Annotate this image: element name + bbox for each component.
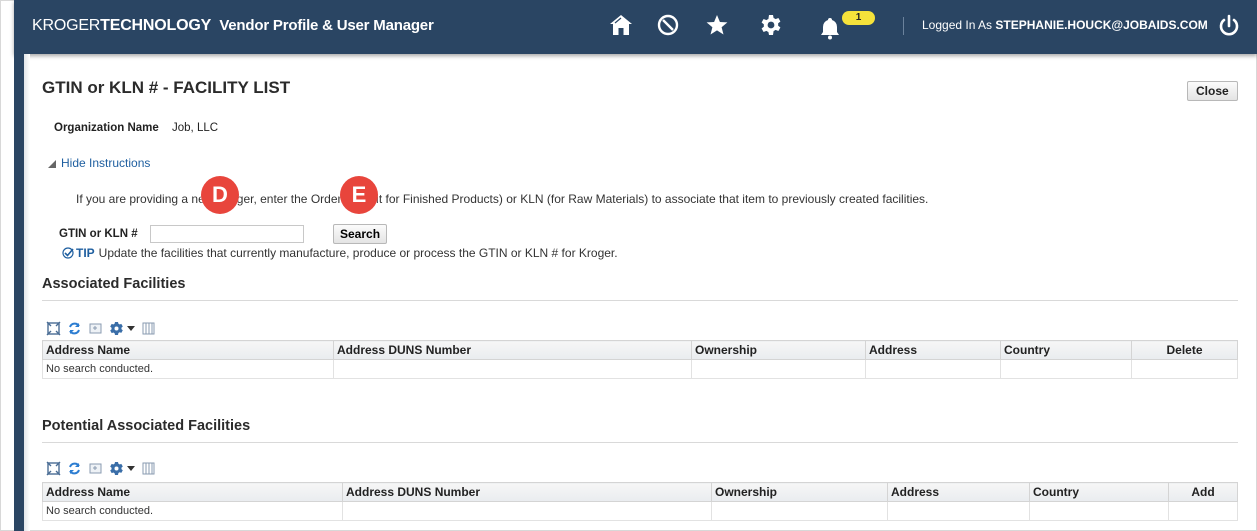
freeze-icon[interactable] [88, 461, 103, 476]
columns-icon[interactable] [141, 461, 156, 476]
gtin-kln-label: GTIN or KLN # [59, 228, 138, 240]
column-header[interactable]: Add [1168, 482, 1238, 502]
home-icon[interactable] [608, 12, 634, 38]
associated-toolbar [46, 319, 156, 337]
table-header-row: Address Name Address DUNS Number Ownersh… [42, 482, 1238, 502]
detach-icon[interactable] [46, 461, 61, 476]
empty-message: No search conducted. [42, 501, 343, 521]
table-row: No search conducted. [42, 359, 1238, 379]
login-user: STEPHANIE.HOUCK@JOBAIDS.COM [995, 18, 1208, 32]
column-header[interactable]: Country [1029, 482, 1169, 502]
detach-icon[interactable] [46, 321, 61, 336]
associated-facilities-table: Address Name Address DUNS Number Ownersh… [42, 340, 1238, 379]
page-title: GTIN or KLN # - FACILITY LIST [42, 78, 291, 97]
columns-icon[interactable] [141, 321, 156, 336]
potential-toolbar [46, 459, 156, 477]
header-bar: KROGERTECHNOLOGY Vendor Profile & User M… [14, 0, 1257, 54]
tip-label: TIP [76, 246, 95, 260]
star-icon[interactable] [704, 12, 730, 38]
table-header-row: Address Name Address DUNS Number Ownersh… [42, 340, 1238, 360]
gear-icon[interactable] [758, 12, 784, 38]
brand-technology: TECHNOLOGY [100, 17, 212, 34]
brand-title: KROGERTECHNOLOGY Vendor Profile & User M… [32, 17, 434, 35]
column-header[interactable]: Address DUNS Number [342, 482, 712, 502]
hide-instructions-label: Hide Instructions [61, 156, 151, 170]
empty-message: No search conducted. [42, 359, 334, 379]
column-header[interactable]: Address [887, 482, 1030, 502]
column-header[interactable]: Address Name [42, 340, 334, 360]
collapse-triangle-icon [48, 160, 56, 168]
tip-row: TIP Update the facilities that currently … [62, 246, 618, 260]
column-header[interactable]: Address DUNS Number [333, 340, 692, 360]
app-title: Vendor Profile & User Manager [219, 17, 434, 34]
main-content: GTIN or KLN # - FACILITY LIST Close Orga… [28, 54, 1257, 531]
left-nav-strip [14, 54, 30, 531]
close-button[interactable]: Close [1187, 81, 1238, 101]
associated-facilities-title: Associated Facilities [42, 276, 186, 292]
search-button[interactable]: Search [333, 224, 388, 244]
login-info: Logged In As STEPHANIE.HOUCK@JOBAIDS.COM [922, 18, 1208, 32]
callout-marker-d: D [201, 176, 239, 214]
notification-badge[interactable]: 1 [842, 11, 875, 25]
callout-marker-e: E [340, 176, 378, 214]
settings-dropdown-icon[interactable] [127, 465, 135, 471]
bell-icon[interactable] [817, 15, 843, 41]
hide-instructions-link[interactable]: Hide Instructions [48, 156, 150, 170]
brand-kroger: KROGER [32, 17, 101, 34]
power-icon[interactable] [1216, 13, 1242, 39]
column-header[interactable]: Delete [1131, 340, 1238, 360]
table-row: No search conducted. [42, 501, 1238, 521]
organization-label: Organization Name [54, 122, 159, 134]
column-header[interactable]: Country [1000, 340, 1132, 360]
settings-gear-icon[interactable] [109, 461, 124, 476]
compass-icon[interactable] [655, 12, 681, 38]
potential-facilities-title: Potential Associated Facilities [42, 418, 251, 434]
organization-value: Job, LLC [172, 122, 219, 134]
refresh-icon[interactable] [67, 461, 82, 476]
settings-dropdown-icon[interactable] [127, 325, 135, 331]
refresh-icon[interactable] [67, 321, 82, 336]
column-header[interactable]: Ownership [691, 340, 866, 360]
column-header[interactable]: Ownership [711, 482, 888, 502]
associated-divider [42, 300, 1238, 301]
potential-divider [42, 442, 1238, 443]
column-header[interactable]: Address [865, 340, 1001, 360]
tip-text: Update the facilities that currently man… [98, 246, 618, 260]
header-divider [903, 17, 904, 35]
app-window: KROGERTECHNOLOGY Vendor Profile & User M… [0, 0, 1257, 531]
tip-check-icon [62, 247, 74, 259]
column-header[interactable]: Address Name [42, 482, 343, 502]
gtin-kln-input[interactable] [150, 225, 304, 243]
organization-info: Organization Name Job, LLC [54, 122, 218, 134]
login-prefix: Logged In As [922, 18, 993, 32]
settings-gear-icon[interactable] [109, 321, 124, 336]
freeze-icon[interactable] [88, 321, 103, 336]
potential-facilities-table: Address Name Address DUNS Number Ownersh… [42, 482, 1238, 521]
